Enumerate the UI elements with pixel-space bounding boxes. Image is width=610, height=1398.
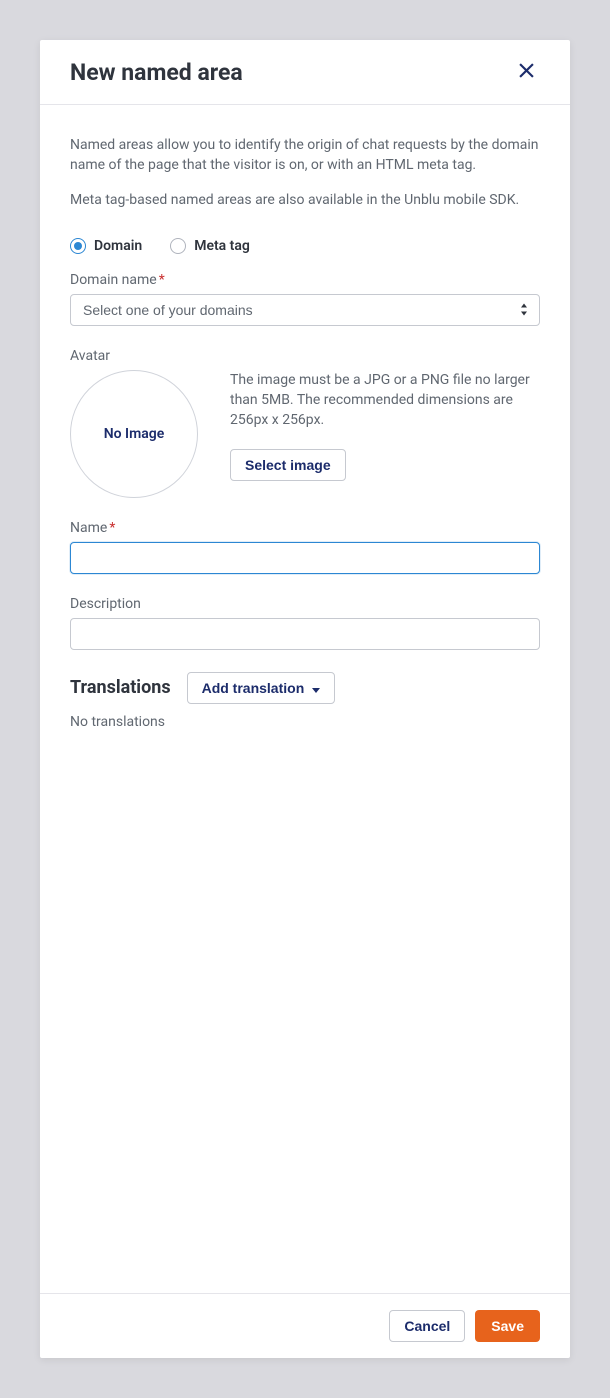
select-image-button[interactable]: Select image — [230, 449, 346, 481]
name-input[interactable] — [70, 542, 540, 574]
translations-title: Translations — [70, 677, 171, 698]
required-marker: * — [159, 272, 165, 288]
name-label: Name* — [70, 520, 540, 536]
radio-icon — [170, 238, 186, 254]
name-label-text: Name — [70, 520, 107, 536]
close-button[interactable] — [512, 58, 540, 86]
name-group: Name* — [70, 520, 540, 574]
add-translation-button[interactable]: Add translation — [187, 672, 336, 704]
radio-icon — [70, 238, 86, 254]
description-label: Description — [70, 596, 540, 612]
avatar-info: The image must be a JPG or a PNG file no… — [230, 370, 540, 498]
modal-body: Named areas allow you to identify the or… — [40, 105, 570, 1293]
avatar-group: Avatar No Image The image must be a JPG … — [70, 348, 540, 498]
domain-name-label: Domain name* — [70, 272, 540, 288]
intro-paragraph-2: Meta tag-based named areas are also avai… — [70, 190, 540, 210]
radio-option-domain[interactable]: Domain — [70, 238, 142, 254]
modal-footer: Cancel Save — [40, 1293, 570, 1358]
domain-select[interactable]: Select one of your domains — [70, 294, 540, 326]
domain-select-wrap: Select one of your domains — [70, 294, 540, 326]
caret-down-icon — [312, 680, 320, 696]
close-icon — [519, 63, 534, 81]
new-named-area-modal: New named area Named areas allow you to … — [40, 40, 570, 1358]
radio-label-meta: Meta tag — [194, 238, 250, 254]
avatar-placeholder: No Image — [70, 370, 198, 498]
description-group: Description — [70, 596, 540, 650]
save-button[interactable]: Save — [475, 1310, 540, 1342]
description-input[interactable] — [70, 618, 540, 650]
intro-paragraph-1: Named areas allow you to identify the or… — [70, 135, 540, 176]
avatar-no-image-text: No Image — [104, 426, 165, 442]
avatar-label: Avatar — [70, 348, 540, 364]
domain-name-label-text: Domain name — [70, 272, 157, 288]
radio-option-meta-tag[interactable]: Meta tag — [170, 238, 250, 254]
no-translations-text: No translations — [70, 714, 540, 730]
type-radio-group: Domain Meta tag — [70, 238, 540, 254]
translations-header: Translations Add translation — [70, 672, 540, 704]
cancel-button[interactable]: Cancel — [389, 1310, 465, 1342]
avatar-hint: The image must be a JPG or a PNG file no… — [230, 370, 540, 431]
required-marker: * — [109, 520, 115, 536]
avatar-section: No Image The image must be a JPG or a PN… — [70, 370, 540, 498]
modal-header: New named area — [40, 40, 570, 105]
add-translation-label: Add translation — [202, 680, 305, 696]
radio-label-domain: Domain — [94, 238, 142, 254]
modal-title: New named area — [70, 59, 243, 86]
domain-name-group: Domain name* Select one of your domains — [70, 272, 540, 326]
